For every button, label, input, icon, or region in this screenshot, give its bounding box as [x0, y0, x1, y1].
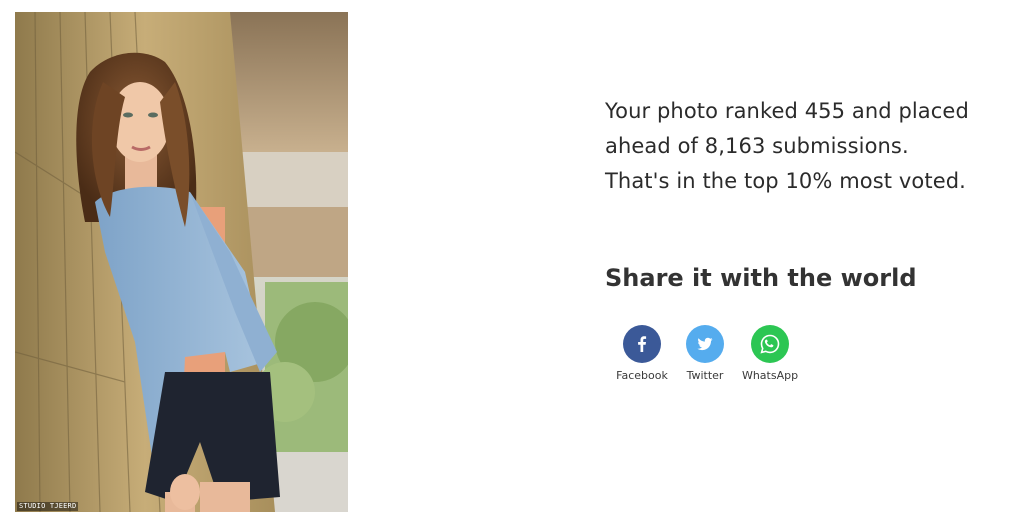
facebook-label: Facebook	[616, 369, 668, 382]
ranking-line-1: Your photo ranked 455 and placed	[605, 99, 969, 123]
photo-illustration	[15, 12, 348, 512]
whatsapp-share-button[interactable]: WhatsApp	[735, 325, 805, 383]
whatsapp-icon[interactable]	[751, 325, 789, 363]
ranking-line-2: ahead of 8,163 submissions.	[605, 134, 909, 158]
submitted-photo: STUDIO TJEERD	[15, 12, 348, 512]
share-heading: Share it with the world	[605, 264, 917, 292]
facebook-share-button[interactable]: Facebook	[607, 325, 677, 383]
photo-credit: STUDIO TJEERD	[17, 502, 79, 511]
facebook-icon[interactable]	[623, 325, 661, 363]
ranking-message: Your photo ranked 455 and placed ahead o…	[605, 94, 1015, 199]
result-page: STUDIO TJEERD Your photo ranked 455 and …	[0, 0, 1024, 524]
twitter-icon[interactable]	[686, 325, 724, 363]
twitter-share-button[interactable]: Twitter	[670, 325, 740, 383]
ranking-line-3: That's in the top 10% most voted.	[605, 169, 966, 193]
twitter-label: Twitter	[686, 369, 724, 382]
whatsapp-label: WhatsApp	[741, 369, 799, 382]
